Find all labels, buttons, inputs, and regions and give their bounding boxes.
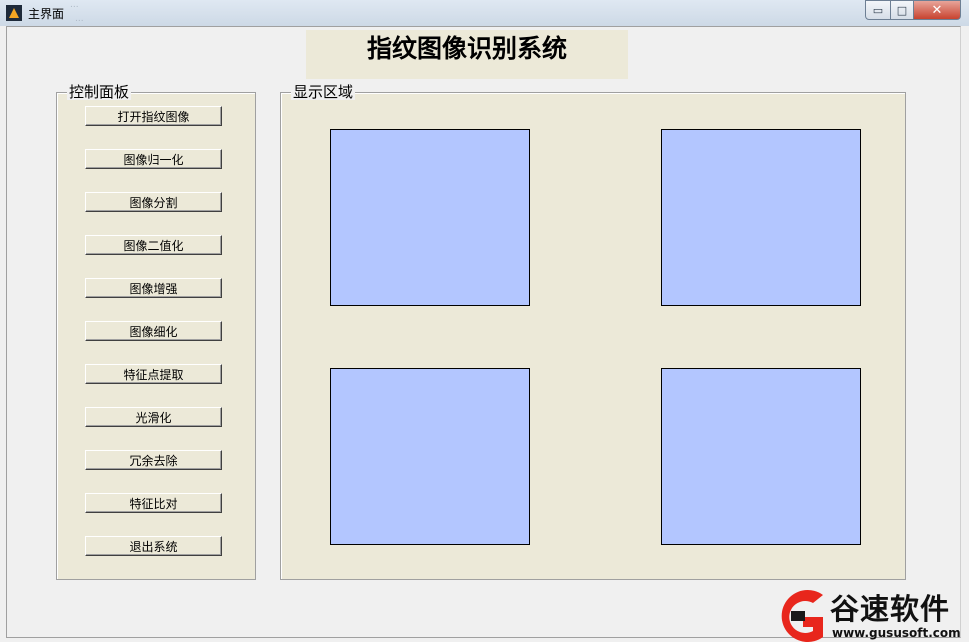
axes-top-left	[330, 129, 530, 306]
close-icon: ✕	[931, 2, 943, 18]
close-button[interactable]: ✕	[914, 0, 961, 20]
binarize-button[interactable]: 图像二值化	[85, 235, 222, 255]
axes-bottom-right	[661, 368, 861, 545]
maximize-button[interactable]: □	[891, 0, 914, 20]
control-panel-label: 控制面板	[67, 83, 132, 101]
extract-minutiae-button[interactable]: 特征点提取	[85, 364, 222, 384]
minimize-icon: ▭	[872, 3, 884, 17]
matlab-icon	[6, 5, 22, 21]
background-window-title: ...	[70, 0, 79, 10]
display-panel: 显示区域	[280, 84, 906, 580]
display-panel-label: 显示区域	[291, 83, 356, 101]
axes-bottom-left	[330, 368, 530, 545]
control-panel: 控制面板 打开指纹图像 图像归一化 图像分割 图像二值化 图像增强 图像细化 特…	[56, 84, 256, 580]
exit-button[interactable]: 退出系统	[85, 536, 222, 556]
remove-redundant-button[interactable]: 冗余去除	[85, 450, 222, 470]
axes-top-right	[661, 129, 861, 306]
window-controls: ▭ □ ✕	[865, 0, 961, 20]
page-title: 指纹图像识别系统	[306, 30, 628, 79]
normalize-button[interactable]: 图像归一化	[85, 149, 222, 169]
segment-button[interactable]: 图像分割	[85, 192, 222, 212]
watermark-url: www.gususoft.com	[832, 626, 961, 640]
smooth-button[interactable]: 光滑化	[85, 407, 222, 427]
watermark-text: 谷速软件	[830, 592, 951, 626]
thinning-button[interactable]: 图像细化	[85, 321, 222, 341]
maximize-icon: □	[896, 3, 908, 17]
background-window-subtitle: ...	[75, 14, 84, 24]
watermark-logo-icon	[781, 590, 823, 642]
window-title: 主界面	[28, 7, 65, 21]
open-image-button[interactable]: 打开指纹图像	[85, 106, 222, 126]
minimize-button[interactable]: ▭	[865, 0, 891, 20]
window-titlebar[interactable]: 主界面 ... ... ▭ □ ✕	[0, 0, 969, 26]
match-features-button[interactable]: 特征比对	[85, 493, 222, 513]
enhance-button[interactable]: 图像增强	[85, 278, 222, 298]
